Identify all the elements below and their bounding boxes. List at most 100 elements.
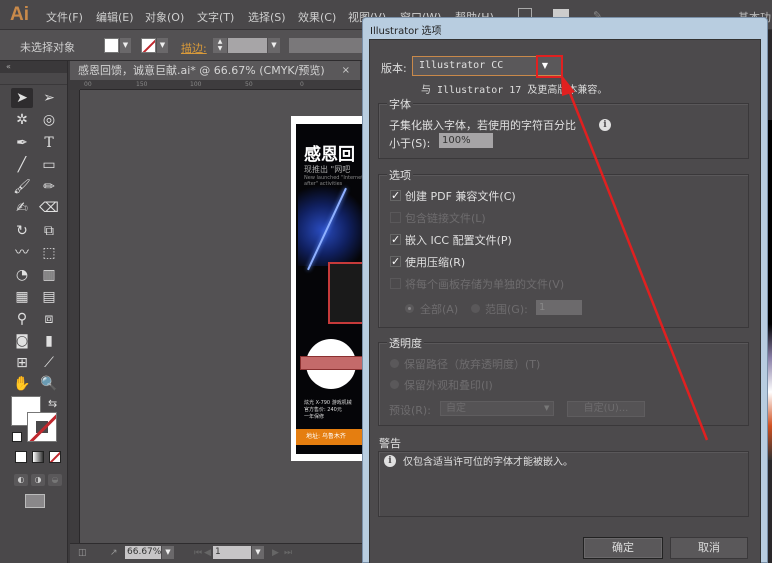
eraser-tool-icon[interactable]: ⌫ (38, 198, 60, 218)
selection-status: 未选择对象 (20, 41, 75, 54)
create-pdf-compatible-label[interactable]: 创建 PDF 兼容文件(C) (405, 188, 516, 204)
all-artboards-radio[interactable] (405, 304, 414, 313)
include-linked-files-checkbox[interactable] (390, 212, 401, 223)
shape-builder-tool-icon[interactable]: ◔ (11, 265, 33, 285)
default-fill-stroke-icon[interactable] (12, 432, 22, 442)
horizontal-ruler[interactable]: 00 150 100 50 0 (80, 80, 362, 90)
document-title: 感恩回馈，诚意巨献.ai* @ 66.67% (CMYK/预览) (78, 64, 325, 77)
warning-message: 仅包含适当许可位的字体才能被嵌入。 (403, 457, 573, 468)
menu-edit[interactable]: 编辑(E) (96, 9, 134, 25)
symbol-sprayer-tool-icon[interactable]: ◙ (11, 331, 33, 351)
preset-select[interactable]: 自定 (440, 401, 554, 416)
version-dropdown-icon[interactable]: ▼ (538, 57, 552, 75)
fill-dropdown-icon[interactable]: ▼ (120, 38, 131, 53)
stroke-weight-input[interactable] (228, 38, 267, 53)
info-icon[interactable]: i (599, 119, 611, 131)
artwork-title: 感恩回 (304, 145, 355, 165)
artboard-dropdown-icon[interactable]: ▼ (252, 546, 264, 559)
preserve-paths-radio[interactable] (390, 359, 399, 368)
mesh-tool-icon[interactable]: ▦ (11, 287, 33, 307)
ruler-tick: 150 (136, 81, 148, 88)
pen-tool-icon[interactable]: ✒ (11, 133, 33, 153)
last-artboard-icon[interactable]: ⏭ (284, 548, 292, 558)
menu-object[interactable]: 对象(O) (145, 9, 184, 25)
fill-swatch[interactable] (104, 38, 119, 53)
zoom-tool-icon[interactable]: 🔍 (38, 374, 60, 394)
collapse-icon[interactable]: « (0, 61, 67, 73)
preset-dropdown-icon[interactable]: ▼ (544, 404, 549, 412)
swap-fill-stroke-icon[interactable]: ⇆ (48, 397, 57, 410)
scale-tool-icon[interactable]: ⧉ (38, 221, 60, 241)
paintbrush-tool-icon[interactable]: 🖌 (11, 177, 33, 197)
gpu-preview-icon[interactable]: ◫ (78, 548, 87, 558)
pencil-tool-icon[interactable]: ✏ (38, 177, 60, 197)
stroke-label[interactable]: 描边: (181, 40, 207, 56)
ok-button[interactable]: 确定 (583, 537, 663, 559)
stroke-weight-dropdown-icon[interactable]: ▼ (268, 38, 280, 53)
vertical-ruler[interactable] (70, 90, 80, 543)
zoom-level-input[interactable]: 66.67% (125, 546, 161, 559)
color-mode-icon[interactable] (15, 451, 27, 463)
variable-width-field[interactable] (289, 38, 364, 53)
options-group-title: 选项 (387, 167, 413, 183)
zoom-dropdown-icon[interactable]: ▼ (162, 546, 174, 559)
embed-icc-label[interactable]: 嵌入 ICC 配置文件(P) (405, 232, 512, 248)
subset-percent-input[interactable]: 100% (439, 133, 493, 148)
magic-wand-tool-icon[interactable]: ✲ (11, 110, 33, 130)
range-radio[interactable] (471, 304, 480, 313)
menu-effect[interactable]: 效果(C) (298, 9, 336, 25)
direct-selection-tool-icon[interactable]: ➢ (38, 88, 60, 108)
embed-icc-checkbox[interactable]: ✓ (390, 234, 401, 245)
hand-tool-icon[interactable]: ✋ (11, 374, 33, 394)
gradient-tool-icon[interactable]: ▤ (38, 287, 60, 307)
use-compression-label[interactable]: 使用压缩(R) (405, 254, 465, 270)
subset-fonts-text: 子集化嵌入字体，若使用的字符百分比 (389, 119, 576, 132)
panel-grip[interactable] (0, 73, 67, 85)
create-pdf-compatible-checkbox[interactable]: ✓ (390, 190, 401, 201)
lasso-tool-icon[interactable]: ◎ (38, 110, 60, 130)
gradient-mode-icon[interactable] (32, 451, 44, 463)
selection-tool-icon[interactable]: ➤ (11, 88, 33, 108)
warp-tool-icon[interactable]: 〰 (11, 243, 33, 263)
poster-artwork[interactable]: 感恩回 现推出 "网吧 New launched "Internet after… (296, 124, 363, 454)
rectangle-tool-icon[interactable]: ▭ (38, 155, 60, 175)
type-tool-icon[interactable]: T (38, 133, 60, 153)
artboard-tool-icon[interactable]: ⊞ (11, 353, 33, 373)
menu-select[interactable]: 选择(S) (248, 9, 286, 25)
document-tab[interactable]: 感恩回馈，诚意巨献.ai* @ 66.67% (CMYK/预览) × (70, 61, 360, 80)
artboard-number-input[interactable]: 1 (213, 546, 251, 559)
slice-tool-icon[interactable]: ⟋ (38, 353, 60, 373)
use-compression-checkbox[interactable]: ✓ (390, 256, 401, 267)
eyedropper-tool-icon[interactable]: ⚲ (11, 309, 33, 329)
rotate-tool-icon[interactable]: ↻ (11, 221, 33, 241)
menu-file[interactable]: 文件(F) (46, 9, 83, 25)
line-tool-icon[interactable]: ╱ (11, 155, 33, 175)
preserve-appearance-radio[interactable] (390, 380, 399, 389)
draw-behind-icon[interactable]: ◑ (31, 474, 45, 486)
stroke-swatch[interactable] (141, 38, 156, 53)
stroke-dropdown-icon[interactable]: ▼ (157, 38, 168, 53)
blend-tool-icon[interactable]: ⧈ (38, 309, 60, 329)
perspective-grid-tool-icon[interactable]: ▥ (38, 265, 60, 285)
next-artboard-icon[interactable]: ▶ (272, 548, 279, 558)
column-graph-tool-icon[interactable]: ▮ (38, 331, 60, 351)
screen-mode-icon[interactable] (25, 494, 45, 508)
first-artboard-icon[interactable]: ⏮ (194, 548, 202, 558)
share-icon[interactable]: ↗ (110, 548, 118, 558)
include-linked-files-label: 包含链接文件(L) (405, 212, 486, 225)
save-artboards-separate-checkbox[interactable] (390, 278, 401, 289)
free-transform-tool-icon[interactable]: ⬚ (38, 243, 60, 263)
draw-normal-icon[interactable]: ◐ (14, 474, 28, 486)
range-input[interactable]: 1 (536, 300, 582, 315)
stroke-weight-spinner[interactable]: ▲ ▼ (213, 38, 227, 53)
stroke-color-box[interactable] (27, 412, 57, 442)
previous-artboard-icon[interactable]: ◀ (204, 548, 211, 558)
menu-type[interactable]: 文字(T) (197, 9, 234, 25)
cancel-button[interactable]: 取消 (670, 537, 748, 559)
custom-preset-button[interactable]: 自定(U)... (567, 401, 645, 417)
draw-inside-icon[interactable]: ◒ (48, 474, 62, 486)
close-tab-icon[interactable]: × (342, 61, 350, 80)
none-mode-icon[interactable] (49, 451, 61, 463)
blob-brush-tool-icon[interactable]: ✍ (11, 198, 33, 218)
preserve-paths-label: 保留路径（放弃透明度）(T) (404, 358, 541, 371)
